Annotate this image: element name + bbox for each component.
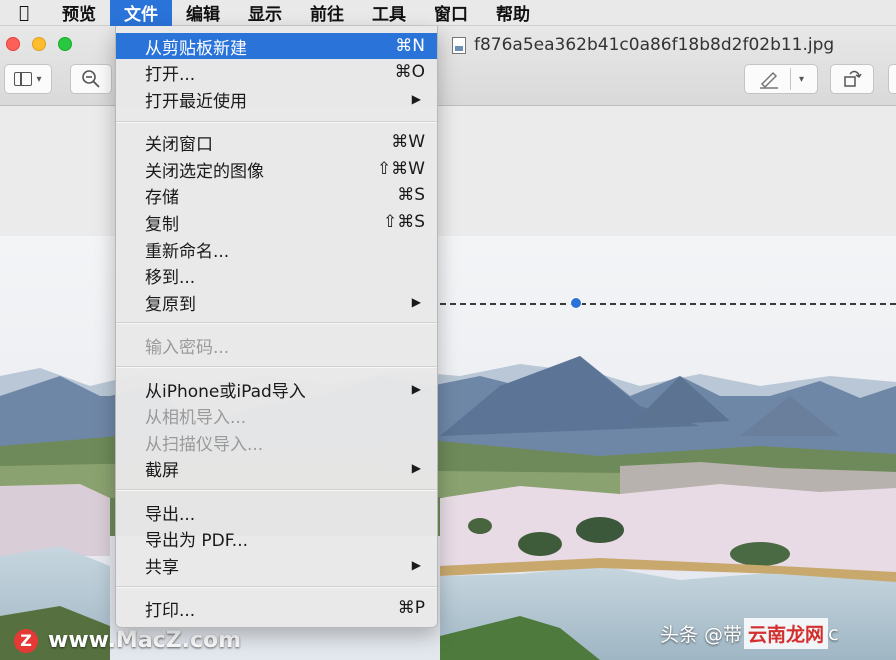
- menu-item-close-selected-images[interactable]: 关闭选定的图像 ⇧⌘W: [116, 156, 437, 182]
- menu-item-duplicate[interactable]: 复制 ⇧⌘S: [116, 209, 437, 235]
- menu-item-label: 存储: [145, 187, 179, 208]
- watermark-right-prefix: 头条 @带: [660, 624, 743, 646]
- menu-window[interactable]: 窗口: [420, 0, 482, 26]
- zoom-out-button[interactable]: [70, 64, 112, 94]
- pen-icon: [759, 71, 778, 89]
- menu-item-export[interactable]: 导出...: [116, 499, 437, 525]
- menu-item-screenshot[interactable]: 截屏 ▶: [116, 455, 437, 481]
- zoom-out-icon: [82, 70, 100, 88]
- sidebar-icon: [14, 72, 33, 86]
- menu-item-import-from-scanner: 从扫描仪导入...: [116, 429, 437, 455]
- menu-separator: [116, 489, 437, 491]
- chevron-down-icon: ▾: [36, 73, 42, 85]
- menu-item-label: 导出...: [145, 504, 196, 525]
- submenu-arrow-icon: ▶: [411, 92, 421, 106]
- menu-go[interactable]: 前往: [296, 0, 358, 26]
- menu-item-label: 打印...: [145, 600, 196, 621]
- selection-handle[interactable]: [570, 297, 582, 309]
- submenu-arrow-icon: ▶: [411, 558, 421, 572]
- minimize-window-button[interactable]: [32, 37, 46, 51]
- menu-item-label: 从相机导入...: [145, 407, 247, 428]
- file-menu-dropdown: 从剪贴板新建 ⌘N 打开... ⌘O 打开最近使用 ▶ 关闭窗口 ⌘W 关闭选定…: [115, 26, 438, 628]
- menu-item-print[interactable]: 打印... ⌘P: [116, 595, 437, 621]
- menu-item-label: 打开...: [145, 64, 196, 85]
- toolbar-divider: [789, 68, 791, 90]
- more-toolbar-button[interactable]: [888, 64, 896, 94]
- image-file-icon: [452, 36, 466, 54]
- menu-item-shortcut: ⌘W: [391, 132, 425, 152]
- menu-item-shortcut: ⌘O: [394, 62, 425, 82]
- document-title-text: f876a5ea362b41c0a86f18b8d2f02b11.jpg: [474, 35, 835, 55]
- submenu-arrow-icon: ▶: [411, 461, 421, 475]
- menu-item-rename[interactable]: 重新命名...: [116, 236, 437, 262]
- menu-separator: [116, 121, 437, 123]
- menu-item-revert-to[interactable]: 复原到 ▶: [116, 289, 437, 315]
- sidebar-toggle-button[interactable]: ▾: [4, 64, 52, 94]
- menu-item-label: 输入密码...: [145, 337, 230, 358]
- menu-view[interactable]: 显示: [234, 0, 296, 26]
- menu-item-open-recent[interactable]: 打开最近使用 ▶: [116, 86, 437, 112]
- menu-bar:  预览 文件 编辑 显示 前往 工具 窗口 帮助: [0, 0, 896, 26]
- menu-file[interactable]: 文件: [110, 0, 172, 26]
- zoom-window-button[interactable]: [58, 37, 72, 51]
- menu-item-label: 复原到: [145, 294, 196, 315]
- menu-item-close-window[interactable]: 关闭窗口 ⌘W: [116, 129, 437, 155]
- menu-item-new-from-clipboard[interactable]: 从剪贴板新建 ⌘N: [116, 33, 437, 59]
- menu-item-label: 移到...: [145, 267, 196, 288]
- menu-item-import-from-iphone[interactable]: 从iPhone或iPad导入 ▶: [116, 376, 437, 402]
- menu-item-move-to[interactable]: 移到...: [116, 262, 437, 288]
- apple-menu-icon[interactable]: : [0, 0, 48, 26]
- markup-button[interactable]: ▾: [744, 64, 818, 94]
- menu-item-shortcut: ⌘P: [397, 598, 425, 618]
- menu-item-label: 关闭选定的图像: [145, 161, 264, 182]
- menu-help[interactable]: 帮助: [482, 0, 544, 26]
- macz-logo-icon: Z: [14, 628, 38, 653]
- menu-item-label: 导出为 PDF...: [145, 530, 249, 551]
- watermark-left: Z www.MacZ.com: [14, 628, 241, 653]
- menu-item-label: 从iPhone或iPad导入: [145, 381, 306, 402]
- document-title: f876a5ea362b41c0a86f18b8d2f02b11.jpg: [452, 34, 834, 56]
- menu-separator: [116, 366, 437, 368]
- menu-item-label: 共享: [145, 557, 179, 578]
- menu-item-share[interactable]: 共享 ▶: [116, 552, 437, 578]
- watermark-left-text: www.MacZ.com: [48, 628, 242, 653]
- submenu-arrow-icon: ▶: [411, 295, 421, 309]
- watermark-right-suffix: c: [828, 622, 839, 645]
- menu-item-shortcut: ⌘N: [395, 36, 425, 56]
- menu-item-enter-password: 输入密码...: [116, 332, 437, 358]
- menu-item-shortcut: ⇧⌘W: [376, 159, 425, 179]
- menu-preview[interactable]: 预览: [48, 0, 110, 26]
- watermark-right-brand: 云南龙网: [744, 618, 829, 649]
- menu-tools[interactable]: 工具: [358, 0, 420, 26]
- menu-item-shortcut: ⌘S: [397, 185, 425, 205]
- menu-item-label: 从剪贴板新建: [145, 38, 247, 59]
- close-window-button[interactable]: [6, 37, 20, 51]
- menu-edit[interactable]: 编辑: [172, 0, 234, 26]
- menu-item-open[interactable]: 打开... ⌘O: [116, 59, 437, 85]
- menu-item-label: 截屏: [145, 460, 179, 481]
- menu-item-import-from-camera: 从相机导入...: [116, 402, 437, 428]
- menu-item-label: 复制: [145, 214, 179, 235]
- selection-guide-line: [440, 303, 896, 305]
- submenu-arrow-icon: ▶: [411, 382, 421, 396]
- menu-item-export-as-pdf[interactable]: 导出为 PDF...: [116, 525, 437, 551]
- menu-item-label: 重新命名...: [145, 241, 230, 262]
- menu-separator: [116, 322, 437, 324]
- menu-item-label: 关闭窗口: [145, 134, 213, 155]
- rotate-button[interactable]: [830, 64, 874, 94]
- rotate-icon: [844, 70, 862, 87]
- chevron-down-icon[interactable]: ▾: [799, 74, 804, 85]
- menu-separator: [116, 586, 437, 588]
- watermark-right: 头条 @带 云南龙网 c: [660, 618, 839, 649]
- menu-item-label: 从扫描仪导入...: [145, 434, 264, 455]
- menu-item-label: 打开最近使用: [145, 91, 247, 112]
- menu-item-shortcut: ⇧⌘S: [382, 212, 425, 232]
- menu-item-save[interactable]: 存储 ⌘S: [116, 182, 437, 208]
